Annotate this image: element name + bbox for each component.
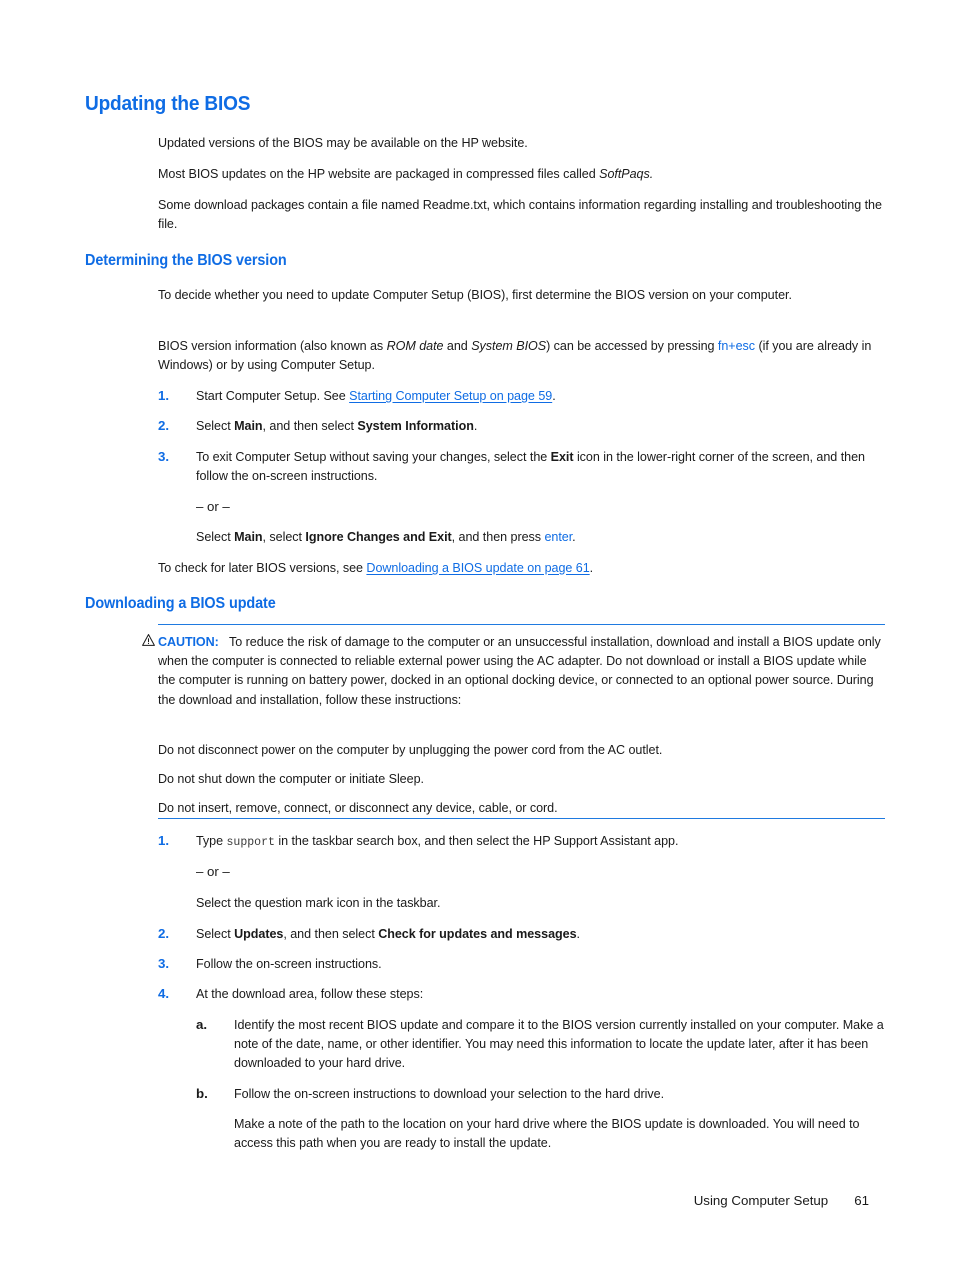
caution-bullet-2: Do not shut down the computer or initiat… bbox=[158, 771, 424, 786]
xref-link-starting-computer-setup[interactable]: Starting Computer Setup on page 59 bbox=[349, 388, 552, 403]
alternate-instruction: Select Main, select Ignore Changes and E… bbox=[196, 527, 888, 546]
page-title: Updating the BIOS bbox=[85, 92, 251, 115]
ui-label-system-information: System Information bbox=[357, 418, 474, 433]
page-footer: Using Computer Setup 61 bbox=[694, 1193, 869, 1208]
list-item: 3. To exit Computer Setup without saving… bbox=[158, 447, 888, 485]
determining-closing-text: To check for later BIOS versions, see Do… bbox=[158, 560, 594, 575]
caution-note-text: CAUTION: To reduce the risk of damage to… bbox=[158, 632, 885, 709]
determining-paragraph-2: BIOS version information (also known as … bbox=[158, 336, 888, 374]
determining-paragraph-1-text: To decide whether you need to update Com… bbox=[158, 287, 792, 302]
list-item-text: At the download area, follow these steps… bbox=[196, 986, 424, 1001]
section-heading-determining: Determining the BIOS version bbox=[85, 252, 302, 270]
or-separator: – or – bbox=[196, 864, 230, 879]
list-marker: 3. bbox=[158, 449, 170, 464]
list-item: 2. Select Main, and then select System I… bbox=[158, 416, 888, 435]
sublist-note-text: Make a note of the path to the location … bbox=[234, 1116, 860, 1151]
rom-date-term: ROM date bbox=[386, 338, 444, 353]
sublist-marker: b. bbox=[196, 1086, 208, 1101]
ui-label-main: Main bbox=[234, 418, 263, 433]
caution-bullet-3: Do not insert, remove, connect, or disco… bbox=[158, 800, 558, 815]
intro-paragraph-2-text: Most BIOS updates on the HP website are … bbox=[158, 166, 654, 181]
key-fn: fn bbox=[717, 338, 729, 353]
warning-triangle-icon bbox=[142, 634, 155, 646]
caution-bottom-rule bbox=[158, 818, 885, 819]
intro-paragraph-3: Some download packages contain a file na… bbox=[158, 195, 888, 233]
alternate-instruction: Select the question mark icon in the tas… bbox=[196, 893, 888, 912]
section-heading-downloading: Downloading a BIOS update bbox=[85, 595, 290, 613]
ui-label-exit: Exit bbox=[550, 449, 574, 464]
caution-body-text: To reduce the risk of damage to the comp… bbox=[158, 634, 881, 707]
section-heading-downloading-text: Downloading a BIOS update bbox=[85, 595, 276, 612]
list-item-text: Start Computer Setup. See Starting Compu… bbox=[196, 388, 556, 403]
list-marker: 1. bbox=[158, 388, 170, 403]
system-bios-term: System BIOS bbox=[471, 338, 547, 353]
section-heading-determining-text: Determining the BIOS version bbox=[85, 252, 287, 269]
list-item-text: To exit Computer Setup without saving yo… bbox=[196, 449, 865, 484]
alternate-instruction-text: Select Main, select Ignore Changes and E… bbox=[196, 529, 576, 544]
sublist-item-text: Identify the most recent BIOS update and… bbox=[234, 1017, 884, 1071]
key-enter: enter bbox=[544, 529, 573, 544]
list-item-text: Follow the on-screen instructions. bbox=[196, 956, 382, 971]
list-item-text: Type support in the taskbar search box, … bbox=[196, 833, 679, 849]
document-page: Updating the BIOS Updated versions of th… bbox=[0, 0, 954, 1271]
list-marker: 1. bbox=[158, 833, 170, 848]
intro-paragraph-3-text: Some download packages contain a file na… bbox=[158, 197, 882, 232]
ui-label-ignore-changes-and-exit: Ignore Changes and Exit bbox=[305, 529, 452, 544]
intro-paragraph-1: Updated versions of the BIOS may be avai… bbox=[158, 133, 888, 152]
sublist-item-text: Follow the on-screen instructions to dow… bbox=[234, 1086, 665, 1101]
list-item: 1. Type support in the taskbar search bo… bbox=[158, 831, 888, 852]
caution-label: CAUTION: bbox=[158, 634, 219, 649]
caution-note: CAUTION: To reduce the risk of damage to… bbox=[158, 632, 885, 709]
list-item: 3. Follow the on-screen instructions. bbox=[158, 954, 888, 973]
determining-closing-paragraph: To check for later BIOS versions, see Do… bbox=[158, 558, 888, 577]
alternate-instruction-text: Select the question mark icon in the tas… bbox=[196, 895, 441, 910]
list-marker: 2. bbox=[158, 418, 170, 433]
ui-label-updates: Updates bbox=[234, 926, 284, 941]
caution-top-rule bbox=[158, 624, 885, 625]
sublist-note: Make a note of the path to the location … bbox=[234, 1114, 888, 1152]
list-item: b. Follow the on-screen instructions to … bbox=[196, 1084, 888, 1103]
or-separator: – or – bbox=[196, 499, 230, 514]
list-item: 2. Select Updates, and then select Check… bbox=[158, 924, 888, 943]
list-item: 4. At the download area, follow these st… bbox=[158, 984, 888, 1003]
key-esc: esc bbox=[735, 338, 756, 353]
determining-paragraph-1: To decide whether you need to update Com… bbox=[158, 285, 888, 304]
softpaqs-term: SoftPaqs. bbox=[599, 166, 654, 181]
list-item: a. Identify the most recent BIOS update … bbox=[196, 1015, 888, 1073]
search-term-support: support bbox=[226, 835, 275, 849]
list-item: 1. Start Computer Setup. See Starting Co… bbox=[158, 386, 888, 405]
ui-label-main-alt: Main bbox=[234, 529, 263, 544]
determining-paragraph-2-text: BIOS version information (also known as … bbox=[158, 338, 872, 373]
ui-label-check-for-updates: Check for updates and messages bbox=[378, 926, 577, 941]
list-item-text: Select Updates, and then select Check fo… bbox=[196, 926, 580, 941]
list-item-text: Select Main, and then select System Info… bbox=[196, 418, 478, 433]
footer-section-title: Using Computer Setup bbox=[693, 1193, 829, 1208]
list-marker: 2. bbox=[158, 926, 170, 941]
footer-page-number: 61 bbox=[854, 1193, 869, 1208]
list-marker: 4. bbox=[158, 986, 170, 1001]
xref-link-downloading-bios-update[interactable]: Downloading a BIOS update on page 61 bbox=[366, 560, 589, 575]
list-marker: 3. bbox=[158, 956, 170, 971]
intro-paragraph-2: Most BIOS updates on the HP website are … bbox=[158, 164, 888, 183]
caution-bullet-1: Do not disconnect power on the computer … bbox=[158, 742, 663, 757]
sublist-marker: a. bbox=[196, 1017, 208, 1032]
intro-paragraph-1-text: Updated versions of the BIOS may be avai… bbox=[158, 135, 528, 150]
